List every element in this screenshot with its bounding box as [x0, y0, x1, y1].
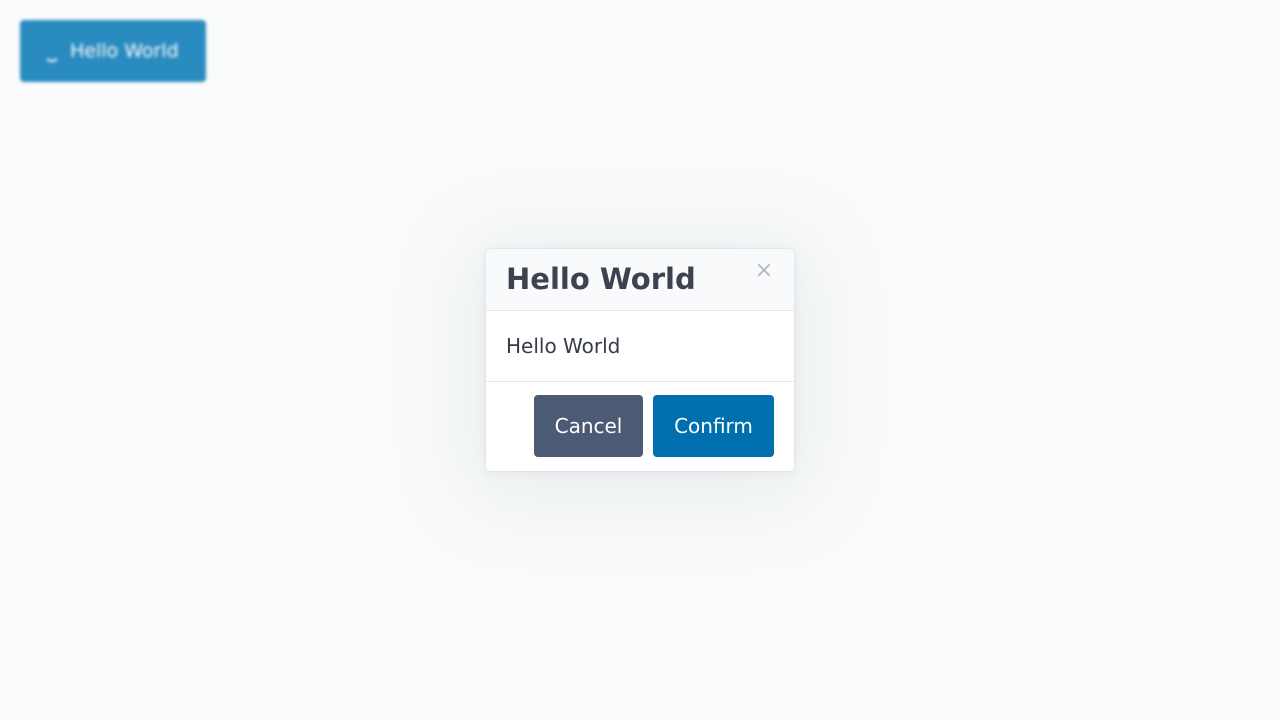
modal-body-text: Hello World	[506, 334, 621, 358]
confirm-button[interactable]: Confirm	[653, 395, 774, 457]
modal-body: Hello World	[486, 311, 794, 382]
spinner-icon	[44, 46, 60, 62]
cancel-button[interactable]: Cancel	[534, 395, 643, 457]
modal-title: Hello World	[506, 262, 696, 296]
background-button-label: Hello World	[70, 40, 179, 62]
modal-footer: Cancel Confirm	[486, 382, 794, 471]
background-hello-world-button[interactable]: Hello World	[20, 20, 206, 82]
modal-dialog: Hello World × Hello World Cancel Confirm	[486, 249, 794, 471]
close-icon[interactable]: ×	[754, 259, 774, 283]
modal-header: Hello World ×	[486, 249, 794, 311]
